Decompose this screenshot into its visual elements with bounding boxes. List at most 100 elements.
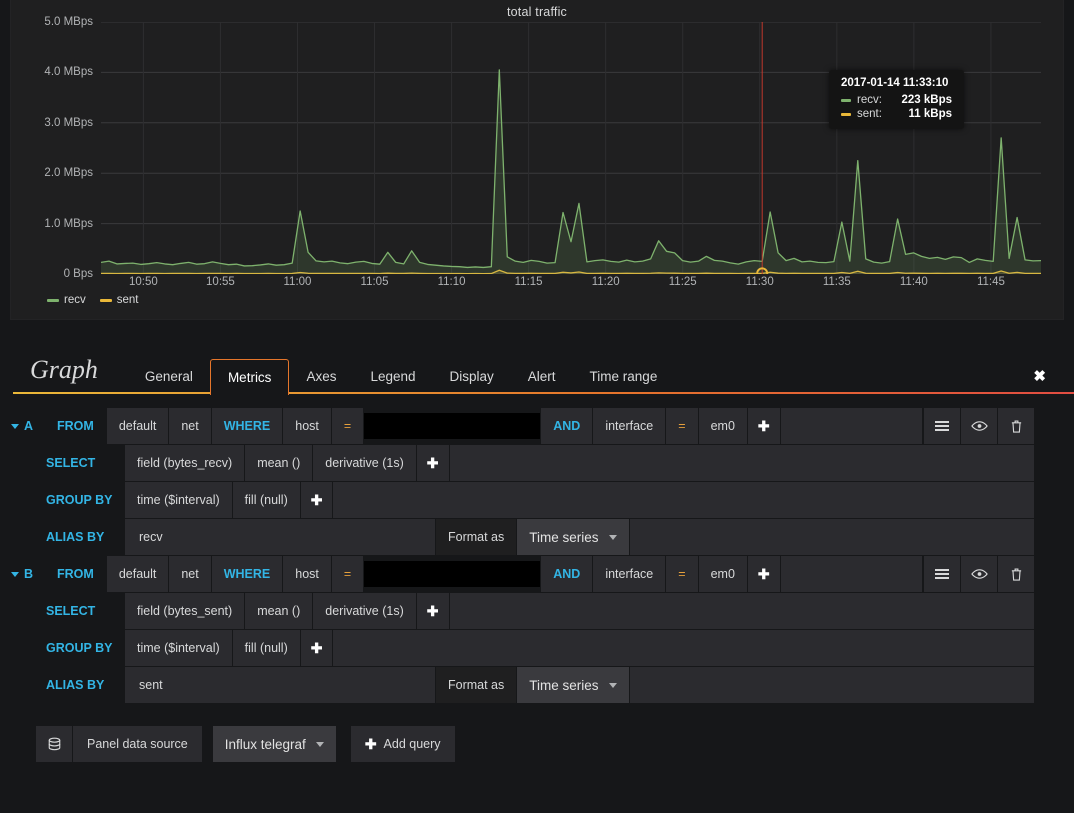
query-select-row: SELECT field (bytes_sent) mean () derivativ… xyxy=(0,593,1074,629)
add-groupby-button[interactable]: ✚ xyxy=(300,482,333,518)
y-axis-tick: 4.0 MBps xyxy=(44,66,93,79)
tab-general[interactable]: General xyxy=(128,369,210,395)
y-axis-tick: 0 Bps xyxy=(63,268,93,280)
where-key-select[interactable]: host xyxy=(283,556,331,592)
x-axis-tick: 11:15 xyxy=(514,276,543,288)
retention-policy-select[interactable]: default xyxy=(106,408,169,444)
tab-metrics[interactable]: Metrics xyxy=(209,358,290,395)
database-icon[interactable] xyxy=(36,726,72,762)
tooltip-row: sent: 11 kBps xyxy=(841,108,952,120)
add-where-button[interactable]: ✚ xyxy=(747,408,780,444)
measurement-select[interactable]: net xyxy=(169,556,211,592)
eye-icon[interactable] xyxy=(961,556,997,592)
hamburger-icon[interactable] xyxy=(924,408,960,444)
legend-label: sent xyxy=(116,294,139,306)
format-as-value: Time series xyxy=(529,529,599,545)
where-value-input[interactable] xyxy=(364,561,541,587)
format-as-label: Format as xyxy=(436,519,517,555)
query-refid: A xyxy=(23,418,34,433)
add-select-button[interactable]: ✚ xyxy=(416,445,449,481)
groupby-part-0[interactable]: time ($interval) xyxy=(125,482,232,518)
panel-title: total traffic xyxy=(506,5,568,19)
alias-input[interactable]: sent xyxy=(125,667,435,703)
add-groupby-button[interactable]: ✚ xyxy=(300,630,333,666)
where-label[interactable]: WHERE xyxy=(211,408,283,444)
eye-icon[interactable] xyxy=(961,408,997,444)
query-actions xyxy=(923,408,1034,444)
where-key-select[interactable]: host xyxy=(283,408,331,444)
legend-item-sent[interactable]: sent xyxy=(99,294,139,306)
format-as-select[interactable]: Time series xyxy=(517,667,629,703)
x-axis-tick: 11:30 xyxy=(745,276,774,288)
groupby-part-1[interactable]: fill (null) xyxy=(232,482,300,518)
add-where-button[interactable]: ✚ xyxy=(747,556,780,592)
groupby-row-filler xyxy=(333,482,1034,518)
and-key-select[interactable]: interface xyxy=(593,408,666,444)
groupby-part-1[interactable]: fill (null) xyxy=(232,630,300,666)
legend-item-recv[interactable]: recv xyxy=(47,294,86,306)
select-part-0[interactable]: field (bytes_recv) xyxy=(125,445,245,481)
add-query-label: Add query xyxy=(383,737,441,751)
and-operator-select[interactable]: = xyxy=(666,408,698,444)
editor-panel-type: Graph xyxy=(30,355,98,384)
where-label[interactable]: WHERE xyxy=(211,556,283,592)
query-actions xyxy=(923,556,1034,592)
trash-icon[interactable] xyxy=(998,408,1034,444)
plot-wrapper: 0 Bps 1.0 MBps 2.0 MBps 3.0 MBps 4.0 MBps 5.0… xyxy=(11,16,1065,288)
query-groupby-row: GROUP BY time ($interval) fill (null) ✚ xyxy=(0,630,1074,666)
chart-legend: recv sent xyxy=(47,294,138,306)
alias-input[interactable]: recv xyxy=(125,519,435,555)
where-operator-select[interactable]: = xyxy=(331,556,364,592)
where-value-input[interactable] xyxy=(364,413,541,439)
where-operator-select[interactable]: = xyxy=(331,408,364,444)
trash-icon[interactable] xyxy=(998,556,1034,592)
select-part-1[interactable]: mean () xyxy=(245,445,313,481)
and-value-select[interactable]: em0 xyxy=(698,556,747,592)
tooltip-series-name: sent: xyxy=(857,108,882,120)
tooltip-color-swatch xyxy=(841,112,851,116)
query-refid-toggle-B[interactable]: B xyxy=(0,556,44,592)
query-from-row: B FROM default net WHERE host = AND interface = em… xyxy=(0,556,1074,592)
tab-alert[interactable]: Alert xyxy=(511,369,573,395)
chart-tooltip: 2017-01-14 11:33:10 recv: 223 kBps sent: 11… xyxy=(829,70,964,129)
tab-time-range[interactable]: Time range xyxy=(573,369,675,395)
select-part-2[interactable]: derivative (1s) xyxy=(313,445,416,481)
datasource-select[interactable]: Influx telegraf xyxy=(212,726,336,762)
y-axis-tick: 2.0 MBps xyxy=(44,167,93,180)
legend-label: recv xyxy=(64,294,86,306)
select-part-0[interactable]: field (bytes_sent) xyxy=(125,593,245,629)
and-value-select[interactable]: em0 xyxy=(698,408,747,444)
and-label[interactable]: AND xyxy=(541,556,593,592)
x-axis-tick: 10:55 xyxy=(206,276,235,288)
select-part-2[interactable]: derivative (1s) xyxy=(313,593,416,629)
x-axis-tick: 11:00 xyxy=(283,276,312,288)
and-label[interactable]: AND xyxy=(541,408,593,444)
and-operator-select[interactable]: = xyxy=(666,556,698,592)
y-axis: 0 Bps 1.0 MBps 2.0 MBps 3.0 MBps 4.0 MBps 5.0… xyxy=(11,16,101,280)
query-refid-toggle-A[interactable]: A xyxy=(0,408,44,444)
indent xyxy=(0,630,30,666)
datasource-toolbar: Panel data source Influx telegraf ✚ Add … xyxy=(0,704,1074,762)
tab-display[interactable]: Display xyxy=(433,369,511,395)
tooltip-series-value: 223 kBps xyxy=(901,94,952,106)
hamburger-icon[interactable] xyxy=(924,556,960,592)
groupby-label: GROUP BY xyxy=(46,640,113,655)
groupby-part-0[interactable]: time ($interval) xyxy=(125,630,232,666)
query-alias-row: ALIAS BY recv Format as Time series xyxy=(0,519,1074,555)
where-row-filler xyxy=(780,408,922,444)
chevron-down-icon xyxy=(10,423,19,429)
tab-axes[interactable]: Axes xyxy=(289,369,353,395)
add-query-button[interactable]: ✚ Add query xyxy=(350,726,455,762)
format-as-select[interactable]: Time series xyxy=(517,519,629,555)
select-part-1[interactable]: mean () xyxy=(245,593,313,629)
add-select-button[interactable]: ✚ xyxy=(416,593,449,629)
close-icon[interactable]: ✖ xyxy=(1033,367,1046,385)
and-key-select[interactable]: interface xyxy=(593,556,666,592)
measurement-select[interactable]: net xyxy=(169,408,211,444)
x-axis-tick: 10:50 xyxy=(128,276,158,288)
tab-legend[interactable]: Legend xyxy=(353,369,432,395)
groupby-label: GROUP BY xyxy=(46,492,113,507)
aliasby-label: ALIAS BY xyxy=(46,529,105,544)
plot-area[interactable] xyxy=(100,21,1042,280)
retention-policy-select[interactable]: default xyxy=(106,556,169,592)
